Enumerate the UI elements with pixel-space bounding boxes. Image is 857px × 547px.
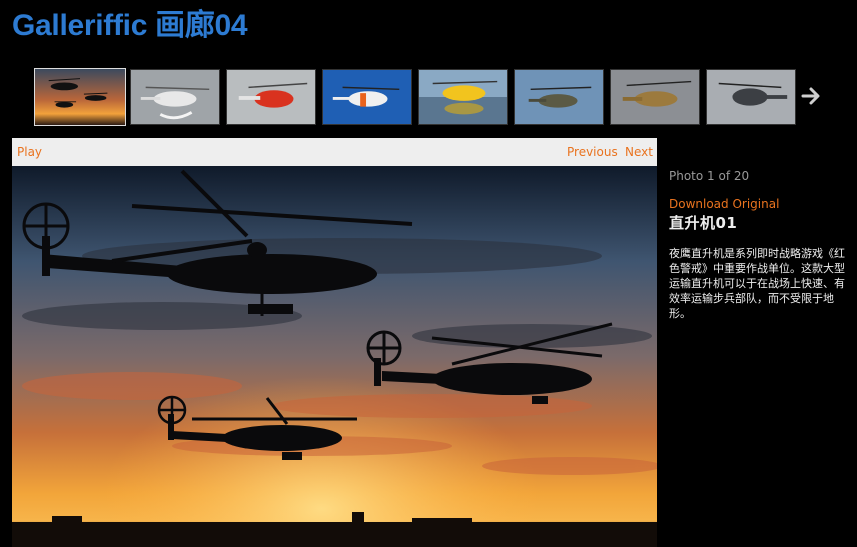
thumbnail-2[interactable]: [130, 69, 220, 125]
photo-counter: Photo 1 of 20: [669, 169, 750, 183]
thumbnail-8[interactable]: [706, 69, 796, 125]
main-image[interactable]: [12, 166, 657, 547]
thumbnail-3[interactable]: [226, 69, 316, 125]
previous-link[interactable]: Previous: [567, 145, 618, 159]
page-title: Galleriffic 画廊04: [12, 9, 248, 42]
next-link[interactable]: Next: [625, 145, 653, 159]
thumbnail-7[interactable]: [610, 69, 700, 125]
thumbnail-1[interactable]: [34, 68, 126, 126]
play-link[interactable]: Play: [17, 145, 42, 159]
image-title: 直升机01: [669, 214, 738, 232]
thumbnail-4[interactable]: [322, 69, 412, 125]
download-original-link[interactable]: Download Original: [669, 197, 779, 211]
thumbnail-5[interactable]: [418, 69, 508, 125]
thumbs-next-arrow-icon[interactable]: [800, 84, 822, 108]
thumbnail-6[interactable]: [514, 69, 604, 125]
thumbnail-strip: [34, 68, 798, 126]
image-description: 夜鹰直升机是系列即时战略游戏《红色警戒》中重要作战单位。这款大型运输直升机可以于…: [669, 247, 845, 320]
slideshow-controls: Play Previous Next: [12, 138, 657, 166]
